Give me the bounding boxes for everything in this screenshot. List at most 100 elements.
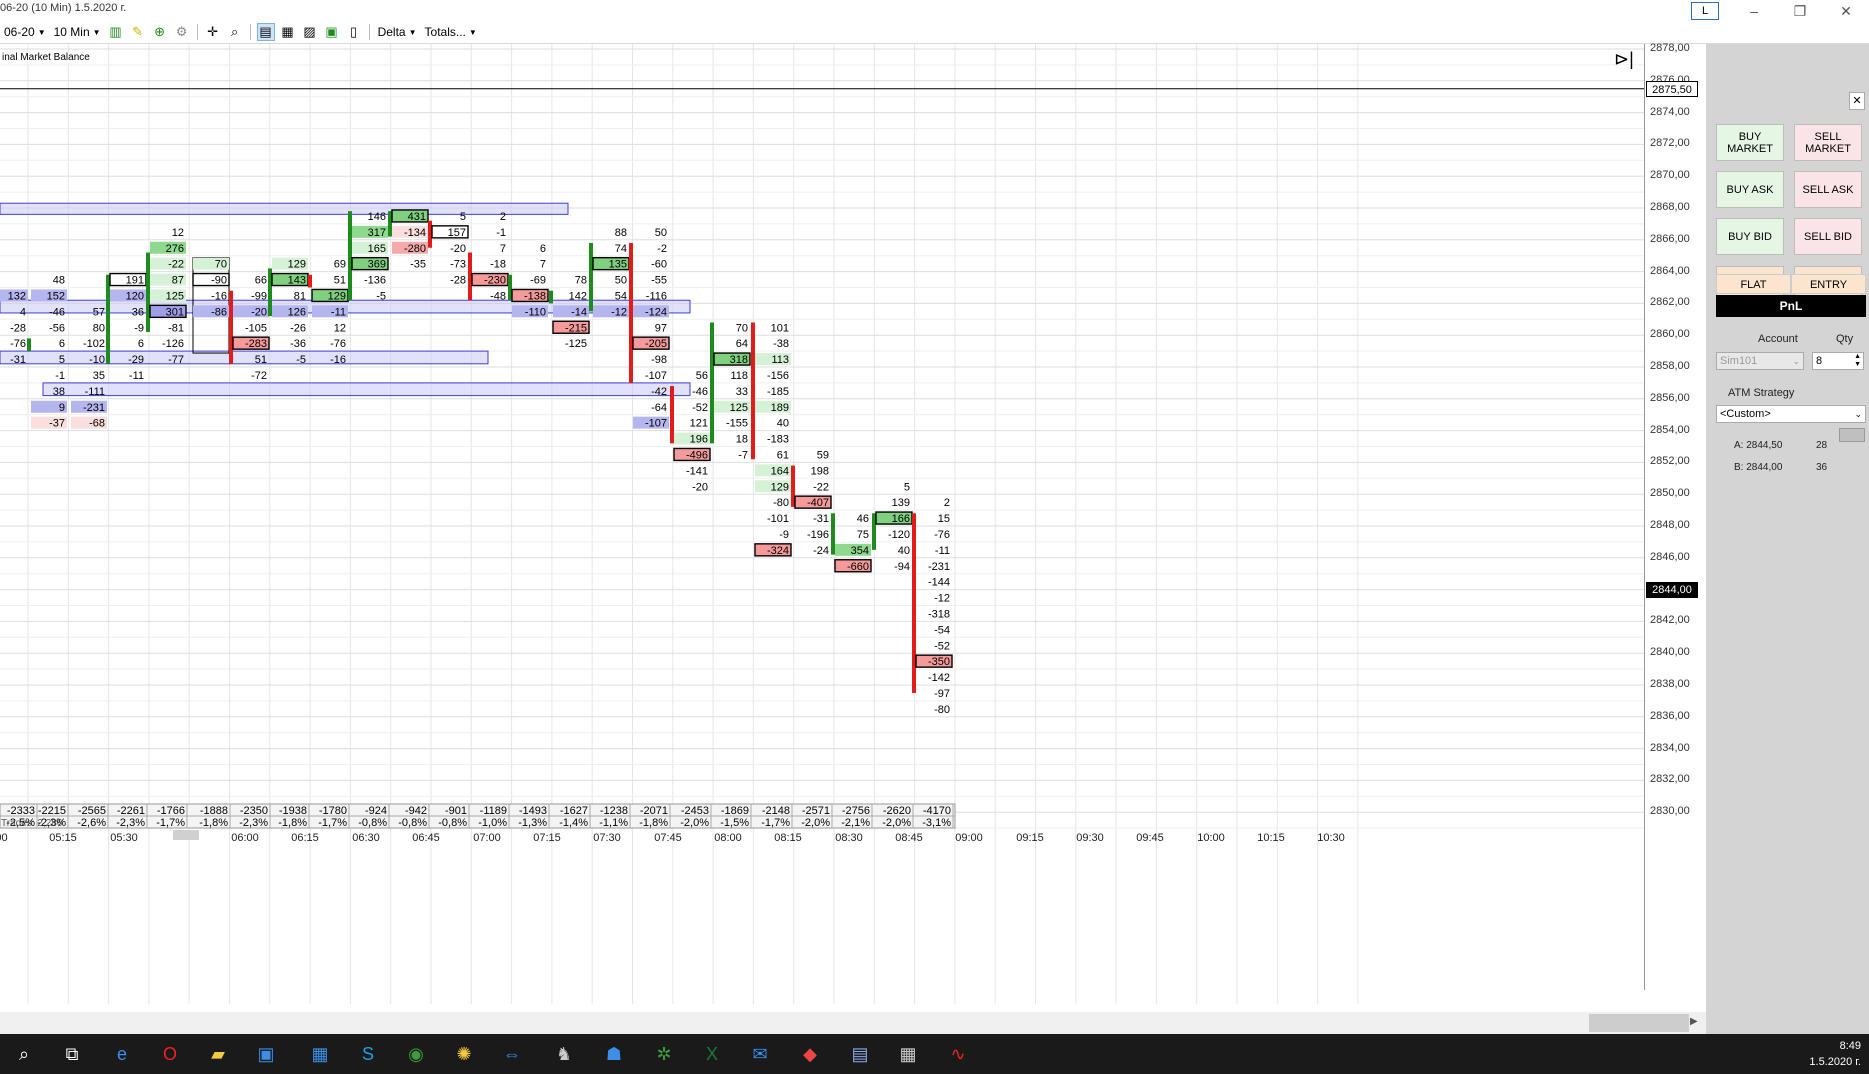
- account-select[interactable]: Sim101 ⌄: [1716, 352, 1804, 370]
- data-box-icon[interactable]: ▦: [279, 23, 297, 41]
- chart-style-icon[interactable]: ▥: [107, 23, 125, 41]
- totals-value: -2261: [117, 805, 145, 817]
- footprint-value: 50: [655, 227, 667, 239]
- drawing-tool-icon[interactable]: ✎: [129, 23, 147, 41]
- footprint-value: -46: [49, 306, 65, 318]
- crosshair-icon[interactable]: ✛: [204, 23, 222, 41]
- footprint-value: -16: [330, 354, 346, 366]
- mail-icon[interactable]: ✉: [746, 1040, 774, 1068]
- excel-icon[interactable]: X: [698, 1040, 726, 1068]
- save-app-icon[interactable]: ▤: [846, 1040, 874, 1068]
- chart-trader-panel: ✕ BUY MARKET SELL MARKET BUY ASK SELL AS…: [1706, 44, 1869, 1034]
- template-icon[interactable]: ▣: [323, 23, 341, 41]
- task-view-icon[interactable]: ⧉: [58, 1040, 86, 1068]
- restore-icon[interactable]: ❐: [1777, 3, 1823, 20]
- link-badge[interactable]: L: [1691, 2, 1719, 20]
- sell-market-button[interactable]: SELL MARKET: [1794, 124, 1862, 161]
- totals-selector[interactable]: Totals... ▼: [421, 23, 481, 41]
- time-axis-label: 08:15: [774, 832, 802, 844]
- footprint-value: -11: [935, 545, 950, 557]
- clock-time: 8:49: [1839, 1040, 1861, 1052]
- calculator-icon[interactable]: ▦: [894, 1040, 922, 1068]
- footprint-value: 2: [500, 211, 506, 223]
- price-axis-label: 2838,00: [1650, 678, 1690, 690]
- spinner-icon[interactable]: ▲ ▼: [1854, 353, 1861, 369]
- app-icon[interactable]: ♞: [550, 1040, 578, 1068]
- atm-strategy-settings-button[interactable]: [1839, 428, 1865, 442]
- totals-value: -924: [365, 805, 387, 817]
- sell-ask-button[interactable]: SELL ASK: [1794, 171, 1862, 208]
- horizontal-scrollbar[interactable]: ▶: [0, 1012, 1706, 1034]
- scroll-to-end-icon[interactable]: ⊳|: [1614, 48, 1636, 70]
- scrollbar-thumb[interactable]: [1589, 1014, 1689, 1032]
- anydesk-icon[interactable]: ◆: [796, 1040, 824, 1068]
- totals-value: -1238: [600, 805, 628, 817]
- footprint-value: -69: [530, 275, 546, 287]
- time-axis-label: 07:45: [654, 832, 682, 844]
- title-bar: 06-20 (10 Min) 1.5.2020 г. 06-20 ▼ 10 Min…: [0, 0, 1869, 44]
- interval-label: 10 Min: [53, 25, 90, 39]
- minimize-icon[interactable]: –: [1731, 3, 1777, 19]
- footprint-value: 101: [771, 322, 789, 334]
- time-axis-label: 08:30: [835, 832, 863, 844]
- footprint-value: -98: [651, 354, 667, 366]
- footprint-value: 5: [904, 481, 910, 493]
- footprint-value: 118: [730, 370, 748, 382]
- pct-value: -2,0%: [882, 817, 911, 829]
- pct-value: -0,8%: [438, 817, 467, 829]
- interval-selector[interactable]: 10 Min ▼: [50, 23, 105, 41]
- footprint-value: 74: [615, 243, 627, 255]
- footprint-value: -80: [934, 704, 950, 716]
- totals-value: -2350: [240, 805, 268, 817]
- teamviewer-icon[interactable]: ⇔: [498, 1040, 526, 1068]
- footprint-chart[interactable]: 1324-28-76-3148152-46-5665-1389-375780-1…: [0, 44, 1645, 1010]
- close-panel-icon[interactable]: ✕: [1849, 92, 1865, 110]
- buy-bid-button[interactable]: BUY BID: [1716, 218, 1784, 255]
- chart-area[interactable]: 132 4 -28 -76 -31 48 152 -46 -56 6 5 -1 38 9 -37 57 80 -1…: [0, 44, 1645, 1010]
- qty-stepper[interactable]: 8 ▲ ▼: [1812, 352, 1864, 370]
- footprint-value: -12: [611, 306, 627, 318]
- trades-overlay: Trades: 2,286: [1, 818, 63, 829]
- properties-icon[interactable]: ▯: [345, 23, 363, 41]
- opera-icon[interactable]: O: [156, 1040, 184, 1068]
- chrome-icon[interactable]: ◉: [402, 1040, 430, 1068]
- buy-ask-button[interactable]: BUY ASK: [1716, 171, 1784, 208]
- sell-bid-button[interactable]: SELL BID: [1794, 218, 1862, 255]
- price-axis-label: 2874,00: [1650, 105, 1690, 118]
- edge-icon[interactable]: e: [108, 1040, 136, 1068]
- footprint-value: 50: [615, 275, 627, 287]
- store-icon[interactable]: ▣: [252, 1040, 280, 1068]
- totals-value: -2453: [681, 805, 709, 817]
- atm-strategy-select[interactable]: <Custom> ⌄: [1716, 405, 1866, 423]
- price-axis-label: 2870,00: [1650, 169, 1690, 182]
- scroll-right-icon[interactable]: ▶: [1690, 1016, 1698, 1027]
- instrument-selector[interactable]: 06-20 ▼: [0, 23, 50, 41]
- paint-icon[interactable]: ✺: [450, 1040, 478, 1068]
- add-indicator-icon[interactable]: ⊕: [151, 23, 169, 41]
- buy-market-button[interactable]: BUY MARKET: [1716, 124, 1784, 161]
- footprint-value: 51: [255, 354, 267, 366]
- search-icon[interactable]: ⌕: [10, 1040, 38, 1068]
- footprint-value: -5: [296, 354, 306, 366]
- pct-value: -1,3%: [518, 817, 547, 829]
- network-app-icon[interactable]: ☗: [600, 1040, 628, 1068]
- ninjatrader-icon[interactable]: ✲: [650, 1040, 678, 1068]
- balance-zone: [42, 382, 691, 397]
- chart-trader-icon[interactable]: ▤: [256, 23, 275, 41]
- skype-icon[interactable]: S: [354, 1040, 382, 1068]
- snapshot-icon[interactable]: ▨: [301, 23, 319, 41]
- delta-selector[interactable]: Delta ▼: [374, 23, 421, 41]
- file-explorer-icon[interactable]: ▰: [204, 1040, 232, 1068]
- calendar-icon[interactable]: ▦: [306, 1040, 334, 1068]
- strategy-icon[interactable]: ⚙: [173, 23, 191, 41]
- footprint-value: 142: [569, 290, 587, 302]
- footprint-value: 33: [736, 386, 748, 398]
- trading-app-icon[interactable]: ∿: [944, 1040, 972, 1068]
- footprint-value: 189: [771, 402, 789, 414]
- footprint-value: -111: [85, 386, 105, 398]
- zoom-icon[interactable]: ⌕: [226, 23, 244, 41]
- atm-strategy-value: <Custom>: [1720, 408, 1771, 420]
- footprint-value: -72: [251, 370, 267, 382]
- footprint-value: -156: [767, 370, 789, 382]
- close-icon[interactable]: ✕: [1823, 3, 1869, 20]
